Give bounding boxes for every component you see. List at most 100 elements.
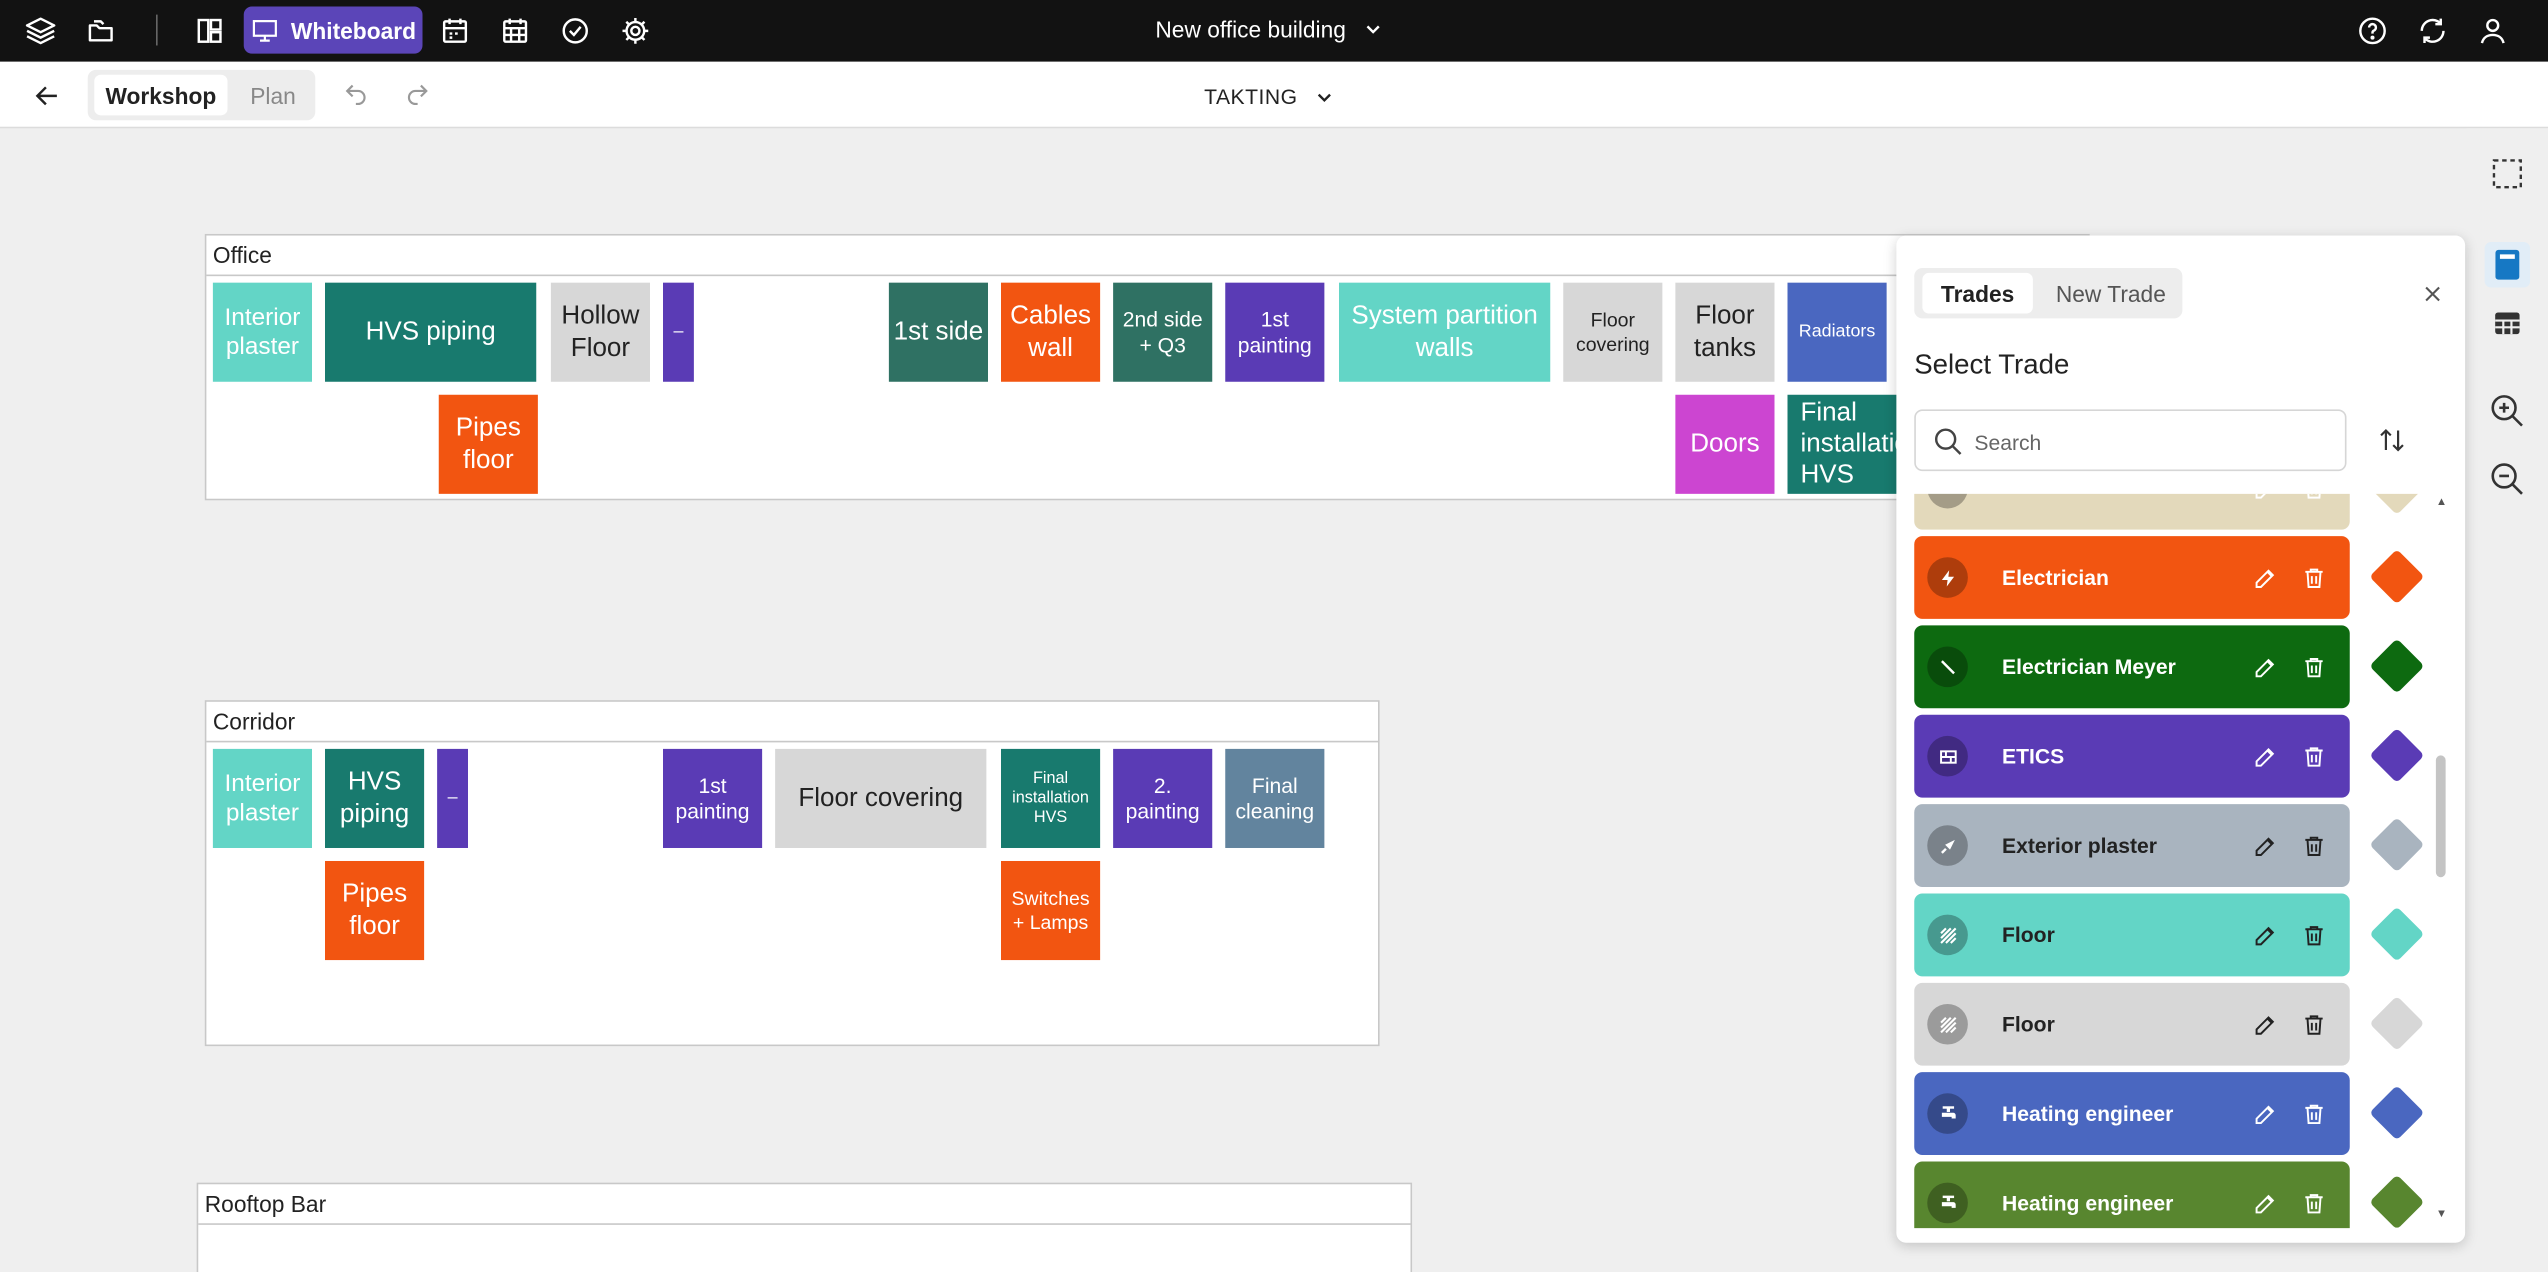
takt-card[interactable]: 2nd side + Q3 — [1113, 282, 1213, 382]
area-rooftop-bar[interactable]: Rooftop Bar — [196, 1182, 1413, 1272]
takt-card[interactable]: Pipes floor — [325, 860, 425, 961]
pencil-icon[interactable] — [2252, 565, 2278, 591]
trade-item[interactable]: Exterior plaster — [1914, 804, 2350, 887]
pencil-icon[interactable] — [2252, 1191, 2278, 1217]
trade-icon — [1927, 493, 1968, 509]
takt-card[interactable]: Final cleaning — [1225, 748, 1325, 848]
pencil-icon[interactable] — [2252, 1012, 2278, 1038]
trade-color-swatch[interactable] — [2369, 817, 2425, 873]
search-input[interactable] — [1974, 425, 2332, 459]
pencil-icon[interactable] — [2252, 655, 2278, 681]
trade-item[interactable]: Heating engineer — [1914, 1072, 2350, 1156]
dashboard-icon[interactable] — [185, 6, 234, 53]
pencil-icon[interactable] — [2252, 1101, 2278, 1127]
trade-color-swatch[interactable] — [2369, 1085, 2425, 1141]
takt-card[interactable]: Floor tanks — [1675, 282, 1775, 382]
trash-icon[interactable] — [2301, 833, 2327, 859]
calendar-table-icon[interactable] — [2485, 301, 2531, 346]
pencil-icon[interactable] — [2252, 923, 2278, 949]
pencil-icon[interactable] — [2252, 744, 2278, 770]
trade-color-swatch[interactable] — [2369, 995, 2425, 1052]
undo-icon[interactable] — [338, 78, 374, 110]
takt-card[interactable]: Floor covering — [775, 748, 987, 848]
trash-icon[interactable] — [2301, 923, 2327, 949]
tab-plan[interactable]: Plan — [241, 75, 306, 116]
trash-icon[interactable] — [2301, 1191, 2327, 1217]
takt-card[interactable]: Interior plaster — [212, 282, 312, 382]
trash-icon[interactable] — [2301, 655, 2327, 681]
screwdriver-icon — [1927, 646, 1968, 688]
selection-icon[interactable] — [2485, 151, 2531, 196]
secondary-toolbar: Workshop Plan TAKTING — [0, 61, 2548, 129]
takt-card[interactable]: Final installation HVS — [1001, 748, 1101, 848]
zoom-out-icon[interactable] — [2485, 456, 2531, 501]
trade-color-swatch[interactable] — [2369, 727, 2425, 783]
takt-card[interactable]: Interior plaster — [212, 748, 312, 848]
refresh-icon[interactable] — [2408, 6, 2457, 53]
takt-card[interactable]: – — [663, 282, 694, 382]
takt-card[interactable]: 1st side — [888, 282, 988, 382]
trash-icon[interactable] — [2301, 744, 2327, 770]
takt-card[interactable]: Hollow Floor — [550, 282, 650, 382]
trade-panel: Trades New Trade Select Trade Electricia… — [1896, 235, 2466, 1243]
whiteboard-button[interactable]: Whiteboard — [243, 6, 423, 54]
sort-icon[interactable] — [2374, 422, 2410, 458]
scroll-down-arrow[interactable]: ▼ — [2436, 1209, 2447, 1220]
trade-item[interactable]: Heating engineer — [1914, 1161, 2350, 1229]
trade-item[interactable]: ETICS — [1914, 714, 2350, 798]
trade-item[interactable]: Electrician — [1914, 536, 2350, 619]
trade-color-swatch[interactable] — [2369, 638, 2425, 694]
gear-icon[interactable] — [611, 6, 660, 53]
zoom-in-icon[interactable] — [2485, 388, 2531, 433]
takt-card[interactable]: Doors — [1675, 394, 1775, 494]
trade-color-swatch[interactable] — [2369, 549, 2425, 605]
takt-card[interactable]: Radiators — [1787, 282, 1887, 382]
takt-card[interactable]: Pipes floor — [438, 394, 538, 494]
layers-icon[interactable] — [16, 6, 65, 53]
area-office[interactable]: Office Interior plaster HVS piping Hollo… — [204, 233, 2090, 501]
folder-icon[interactable] — [76, 6, 125, 53]
user-icon[interactable] — [2468, 6, 2517, 53]
trash-icon[interactable] — [2301, 1012, 2327, 1038]
faucet-icon — [1927, 1182, 1968, 1224]
chevron-down-icon — [1318, 92, 1332, 102]
takt-card[interactable]: 2. painting — [1113, 748, 1213, 848]
trade-color-swatch[interactable] — [2369, 906, 2425, 962]
tab-workshop[interactable]: Workshop — [94, 74, 228, 116]
area-corridor[interactable]: Corridor Interior plaster HVS piping – 1… — [204, 700, 1380, 1047]
trade-item[interactable] — [1914, 493, 2350, 530]
scroll-up-arrow[interactable]: ▲ — [2436, 497, 2447, 508]
takt-card[interactable]: 1st painting — [1225, 282, 1325, 382]
trade-book-icon[interactable] — [2484, 242, 2531, 288]
tab-trades[interactable]: Trades — [1922, 272, 2033, 314]
takt-card[interactable]: – — [437, 748, 468, 848]
scrollbar-thumb[interactable] — [2435, 755, 2446, 878]
project-selector[interactable]: New office building — [1155, 16, 1385, 42]
takt-card[interactable]: Cables wall — [1001, 282, 1101, 382]
trade-item[interactable]: Floor — [1914, 982, 2350, 1066]
trade-item[interactable]: Floor — [1914, 893, 2350, 977]
takt-card[interactable]: System partition walls — [1339, 282, 1551, 382]
close-icon[interactable] — [2416, 278, 2449, 310]
trade-color-swatch[interactable] — [2369, 1174, 2425, 1229]
tab-new-trade[interactable]: New Trade — [2048, 273, 2175, 314]
takt-card[interactable]: HVS piping — [325, 282, 537, 382]
takt-card[interactable]: HVS piping — [325, 748, 425, 848]
trade-item[interactable]: Electrician Meyer — [1914, 625, 2350, 709]
calendar-icon[interactable] — [431, 6, 480, 53]
calendar-grid-icon[interactable] — [491, 6, 540, 53]
pencil-icon[interactable] — [2252, 833, 2278, 859]
trash-icon[interactable] — [2301, 493, 2327, 502]
takt-card[interactable]: Floor covering — [1563, 282, 1663, 382]
trash-icon[interactable] — [2301, 565, 2327, 591]
help-icon[interactable] — [2348, 6, 2397, 53]
takt-card[interactable]: Switches + Lamps — [1001, 860, 1101, 961]
redo-icon[interactable] — [400, 78, 436, 110]
takt-card[interactable]: 1st painting — [663, 748, 763, 848]
view-selector[interactable]: TAKTING — [1204, 84, 1336, 109]
trash-icon[interactable] — [2301, 1101, 2327, 1127]
check-circle-icon[interactable] — [551, 6, 600, 53]
pencil-icon[interactable] — [2252, 493, 2278, 502]
trade-color-swatch[interactable] — [2369, 493, 2425, 515]
back-arrow-icon[interactable] — [29, 78, 65, 114]
